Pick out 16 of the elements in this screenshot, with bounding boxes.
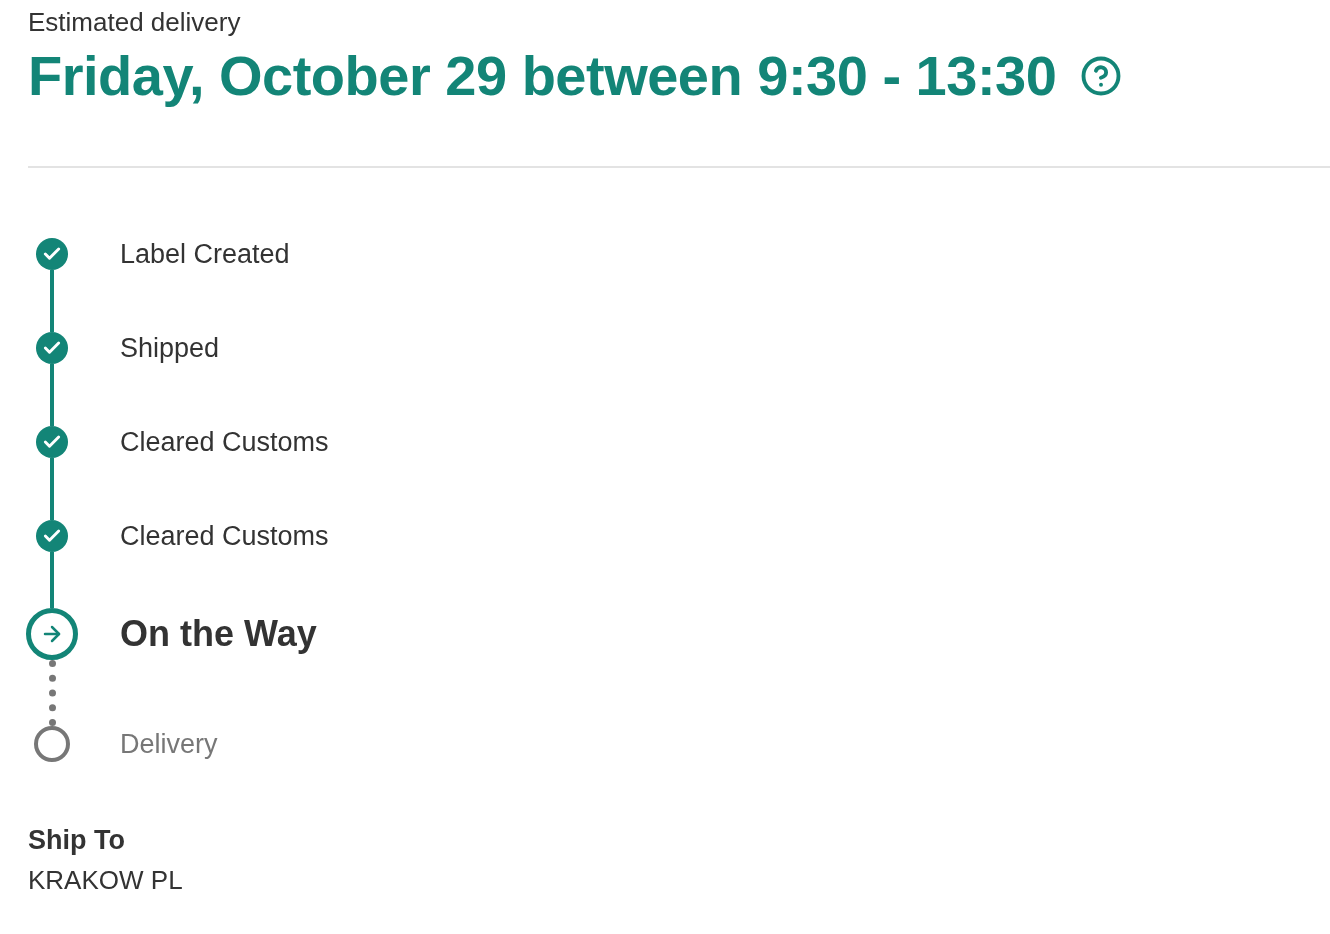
step-label: Delivery (120, 727, 219, 761)
step-label: Cleared Customs (120, 520, 330, 552)
check-icon (36, 520, 68, 552)
check-icon (36, 332, 68, 364)
empty-circle-icon (34, 726, 70, 762)
check-icon (36, 238, 68, 270)
check-icon (36, 426, 68, 458)
ship-to-value: KRAKOW PL (28, 864, 184, 897)
estimated-delivery-label: Estimated delivery (28, 6, 242, 38)
ship-to-label: Ship To (28, 824, 126, 857)
step-label: Shipped (120, 332, 221, 364)
step-label: Cleared Customs (120, 426, 330, 458)
step-label: On the Way (120, 612, 318, 656)
step-label: Label Created (120, 238, 291, 270)
delivery-window-title: Friday, October 29 between 9:30 - 13:30 (28, 43, 1057, 109)
help-icon[interactable] (1080, 55, 1123, 97)
